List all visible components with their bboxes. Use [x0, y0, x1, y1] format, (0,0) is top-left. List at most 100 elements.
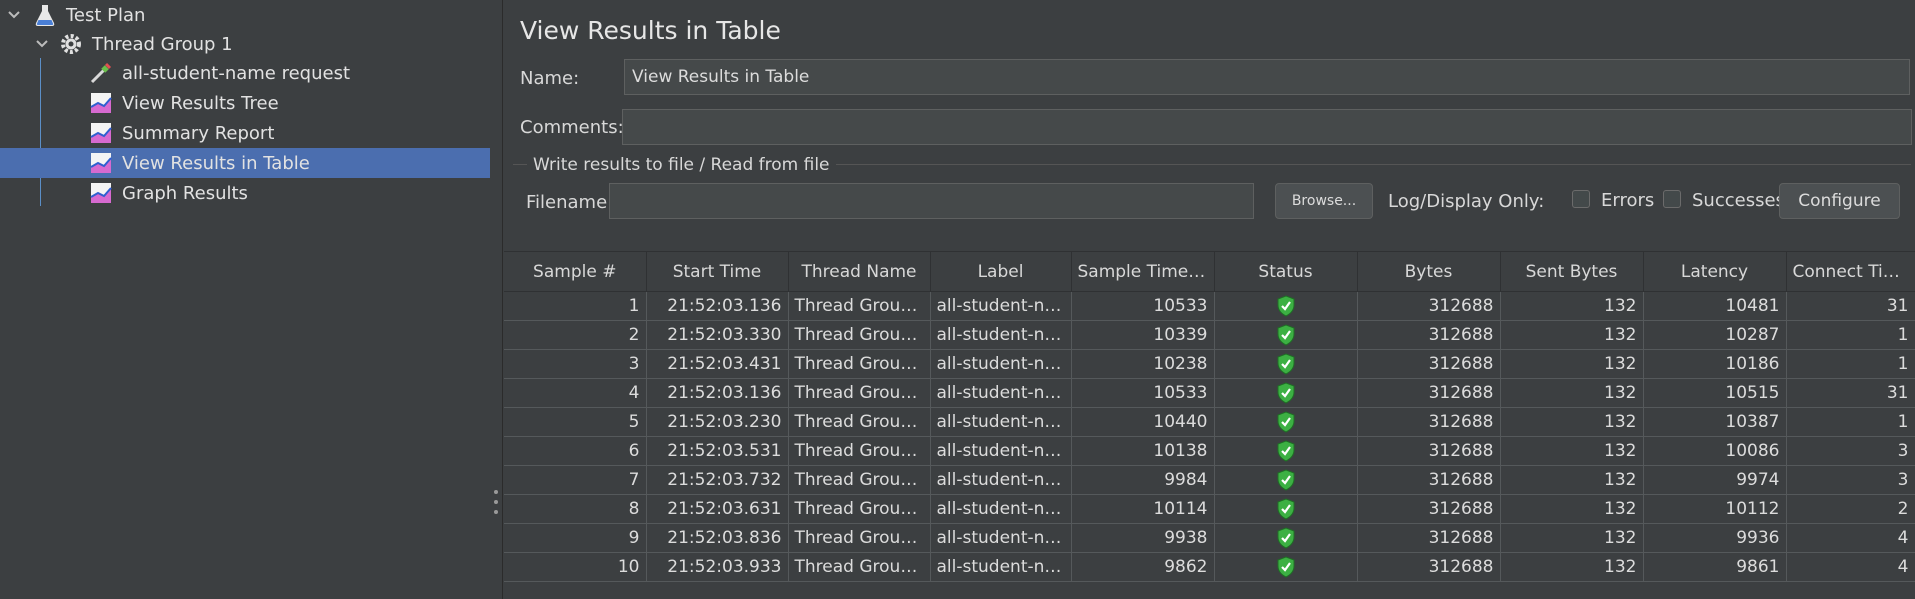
configure-button[interactable]: Configure [1779, 183, 1900, 219]
column-header-status[interactable]: Status [1214, 251, 1358, 292]
cell-label: all-student-na... [930, 407, 1072, 437]
cell-bytes: 312688 [1357, 465, 1501, 495]
tree-item-graph-results[interactable]: Graph Results [0, 178, 490, 208]
chart-icon [88, 120, 114, 146]
table-row[interactable]: 1 21:52:03.136 Thread Group ... all-student… [504, 291, 1915, 321]
filename-field[interactable] [609, 183, 1254, 219]
cell-sample-time: 10238 [1071, 349, 1215, 379]
cell-start-time: 21:52:03.631 [646, 494, 789, 524]
tree-item-view-results-tree[interactable]: View Results Tree [0, 88, 490, 118]
table-row[interactable]: 6 21:52:03.531 Thread Group ... all-student… [504, 436, 1915, 466]
cell-sent-bytes: 132 [1500, 378, 1644, 408]
successes-label: Successes [1692, 190, 1785, 211]
cell-sent-bytes: 132 [1500, 436, 1644, 466]
cell-thread-name: Thread Group ... [788, 378, 931, 408]
cell-status [1214, 552, 1358, 582]
table-row[interactable]: 10 21:52:03.933 Thread Group ... all-studen… [504, 552, 1915, 582]
table-row[interactable]: 9 21:52:03.836 Thread Group ... all-student… [504, 523, 1915, 553]
tree-item-label: Graph Results [122, 182, 248, 204]
tree-item-http-request[interactable]: all-student-name request [0, 58, 490, 88]
cell-bytes: 312688 [1357, 407, 1501, 437]
column-header-sent-bytes[interactable]: Sent Bytes [1500, 251, 1644, 292]
column-header-connect-time[interactable]: Connect Time(... [1786, 251, 1915, 292]
table-row[interactable]: 2 21:52:03.330 Thread Group ... all-student… [504, 320, 1915, 350]
cell-bytes: 312688 [1357, 291, 1501, 321]
cell-bytes: 312688 [1357, 523, 1501, 553]
cell-sample-time: 9984 [1071, 465, 1215, 495]
table-row[interactable]: 7 21:52:03.732 Thread Group ... all-student… [504, 465, 1915, 495]
name-field[interactable] [624, 59, 1910, 95]
cell-status [1214, 320, 1358, 350]
cell-bytes: 312688 [1357, 552, 1501, 582]
table-header-row: Sample # Start Time Thread Name Label Sa… [504, 251, 1915, 292]
chart-icon [88, 180, 114, 206]
tree-item-test-plan[interactable]: Test Plan [0, 0, 490, 30]
cell-bytes: 312688 [1357, 436, 1501, 466]
success-shield-icon [1277, 324, 1294, 346]
cell-latency: 9974 [1643, 465, 1787, 495]
cell-start-time: 21:52:03.136 [646, 378, 789, 408]
cell-status [1214, 523, 1358, 553]
cell-thread-name: Thread Group ... [788, 465, 931, 495]
cell-sample-time: 10339 [1071, 320, 1215, 350]
panel-splitter[interactable] [490, 0, 503, 599]
cell-status [1214, 436, 1358, 466]
cell-label: all-student-na... [930, 320, 1072, 350]
table-row[interactable]: 3 21:52:03.431 Thread Group ... all-student… [504, 349, 1915, 379]
column-header-bytes[interactable]: Bytes [1357, 251, 1501, 292]
cell-label: all-student-na... [930, 465, 1072, 495]
tree-item-summary-report[interactable]: Summary Report [0, 118, 490, 148]
errors-checkbox[interactable] [1572, 190, 1590, 208]
cell-start-time: 21:52:03.136 [646, 291, 789, 321]
cell-label: all-student-na... [930, 494, 1072, 524]
success-shield-icon [1277, 498, 1294, 520]
column-header-thread-name[interactable]: Thread Name [788, 251, 931, 292]
success-shield-icon [1277, 382, 1294, 404]
cell-latency: 10481 [1643, 291, 1787, 321]
tree-item-label: Thread Group 1 [92, 33, 233, 55]
column-header-label[interactable]: Label [930, 251, 1072, 292]
file-section-title: Write results to file / Read from file [527, 155, 836, 175]
chevron-down-icon[interactable] [32, 34, 52, 54]
cell-sent-bytes: 132 [1500, 494, 1644, 524]
success-shield-icon [1277, 411, 1294, 433]
cell-thread-name: Thread Group ... [788, 320, 931, 350]
column-header-sample-time[interactable]: Sample Time(... [1071, 251, 1215, 292]
cell-thread-name: Thread Group ... [788, 407, 931, 437]
cell-latency: 9936 [1643, 523, 1787, 553]
cell-start-time: 21:52:03.933 [646, 552, 789, 582]
filename-label: Filename [526, 192, 608, 213]
success-shield-icon [1277, 527, 1294, 549]
cell-sample-number: 6 [504, 436, 647, 466]
column-header-latency[interactable]: Latency [1643, 251, 1787, 292]
table-row[interactable]: 4 21:52:03.136 Thread Group ... all-student… [504, 378, 1915, 408]
chevron-down-icon[interactable] [4, 5, 24, 25]
cell-sample-number: 1 [504, 291, 647, 321]
tree-item-view-results-in-table[interactable]: View Results in Table [0, 148, 490, 178]
table-row[interactable]: 5 21:52:03.230 Thread Group ... all-student… [504, 407, 1915, 437]
tree-item-label: all-student-name request [122, 62, 351, 84]
cell-sent-bytes: 132 [1500, 407, 1644, 437]
table-row[interactable]: 8 21:52:03.631 Thread Group ... all-student… [504, 494, 1915, 524]
cell-label: all-student-na... [930, 436, 1072, 466]
tree-item-thread-group-1[interactable]: Thread Group 1 [0, 29, 490, 59]
cell-sample-number: 10 [504, 552, 647, 582]
results-table: Sample # Start Time Thread Name Label Sa… [504, 251, 1915, 582]
cell-sample-time: 10440 [1071, 407, 1215, 437]
cell-start-time: 21:52:03.431 [646, 349, 789, 379]
browse-button[interactable]: Browse... [1275, 183, 1373, 219]
column-header-sample-number[interactable]: Sample # [504, 251, 647, 292]
successes-checkbox[interactable] [1663, 190, 1681, 208]
column-header-start-time[interactable]: Start Time [646, 251, 789, 292]
cell-sent-bytes: 132 [1500, 523, 1644, 553]
cell-sample-number: 3 [504, 349, 647, 379]
flask-icon [32, 2, 58, 28]
cell-sample-number: 2 [504, 320, 647, 350]
comments-field[interactable] [622, 109, 1912, 145]
cell-bytes: 312688 [1357, 378, 1501, 408]
cell-connect-time: 3 [1786, 436, 1915, 466]
cell-thread-name: Thread Group ... [788, 494, 931, 524]
drag-handle-icon[interactable] [493, 490, 499, 514]
cell-sent-bytes: 132 [1500, 291, 1644, 321]
cell-start-time: 21:52:03.531 [646, 436, 789, 466]
